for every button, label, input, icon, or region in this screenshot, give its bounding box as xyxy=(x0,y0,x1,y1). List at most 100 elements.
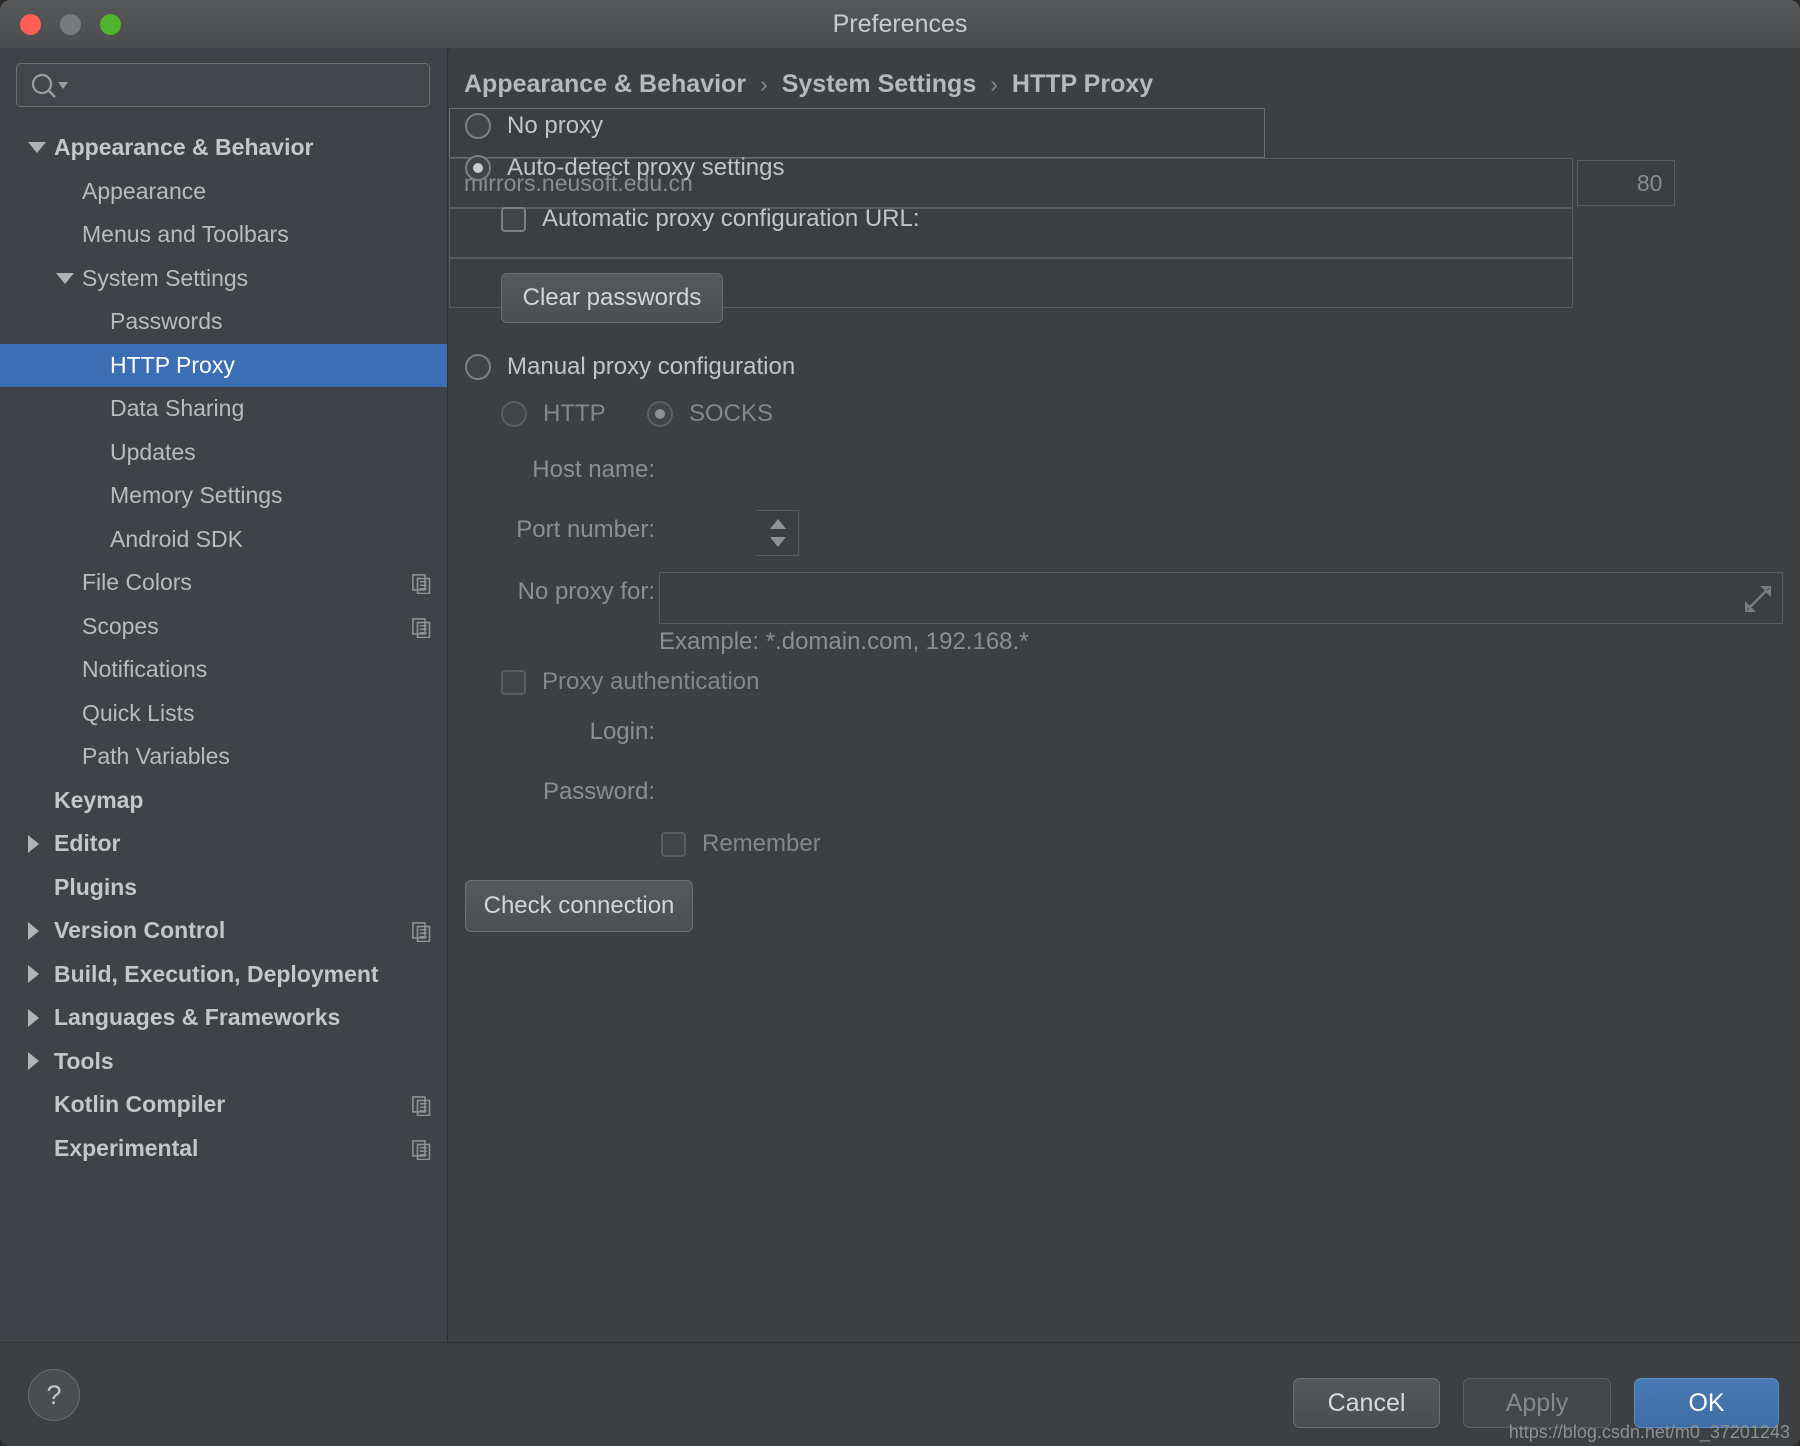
sidebar-item-label: File Colors xyxy=(82,569,192,596)
sidebar-item-android-sdk[interactable]: Android SDK xyxy=(0,518,447,562)
sidebar-item-build-execution-deployment[interactable]: Build, Execution, Deployment xyxy=(0,953,447,997)
protocol-http-radio[interactable] xyxy=(501,401,527,427)
sidebar-item-notifications[interactable]: Notifications xyxy=(0,648,447,692)
ok-button[interactable]: OK xyxy=(1634,1378,1779,1428)
chevron-right-icon[interactable] xyxy=(28,921,39,940)
sidebar-item-kotlin-compiler[interactable]: Kotlin Compiler xyxy=(0,1083,447,1127)
copy-settings-icon[interactable] xyxy=(412,1095,431,1117)
protocol-socks-label: SOCKS xyxy=(689,400,774,427)
sidebar-item-label: Tools xyxy=(54,1047,114,1074)
check-connection-button[interactable]: Check connection xyxy=(465,880,693,932)
stepper-up-icon[interactable] xyxy=(770,519,786,529)
port-number-stepper[interactable] xyxy=(757,510,799,556)
sidebar-item-label: Version Control xyxy=(54,917,226,944)
sidebar-item-version-control[interactable]: Version Control xyxy=(0,909,447,953)
sidebar-item-quick-lists[interactable]: Quick Lists xyxy=(0,692,447,736)
chevron-right-icon: › xyxy=(990,71,998,97)
chevron-down-icon[interactable] xyxy=(56,272,74,284)
sidebar-item-file-colors[interactable]: File Colors xyxy=(0,561,447,605)
sidebar-item-languages-frameworks[interactable]: Languages & Frameworks xyxy=(0,996,447,1040)
sidebar-item-http-proxy[interactable]: HTTP Proxy xyxy=(0,343,447,387)
sidebar-item-label: Editor xyxy=(54,830,121,857)
sidebar-item-label: Appearance xyxy=(82,177,207,204)
protocol-http-label: HTTP xyxy=(543,400,606,427)
copy-settings-icon[interactable] xyxy=(412,573,431,595)
auto-config-url-option[interactable]: Automatic proxy configuration URL: xyxy=(501,205,920,233)
expand-icon[interactable] xyxy=(1745,586,1771,612)
port-number-label: Port number: xyxy=(516,516,655,543)
port-number-input[interactable] xyxy=(1577,160,1676,206)
chevron-down-icon[interactable] xyxy=(28,142,46,154)
no-proxy-option[interactable]: No proxy xyxy=(465,112,603,140)
chevron-right-icon[interactable] xyxy=(28,1008,39,1027)
sidebar-item-label: System Settings xyxy=(82,264,249,291)
sidebar-item-label: Notifications xyxy=(82,656,208,683)
chevron-right-icon[interactable] xyxy=(28,1052,39,1071)
sidebar-item-editor[interactable]: Editor xyxy=(0,822,447,866)
sidebar-item-plugins[interactable]: Plugins xyxy=(0,866,447,910)
settings-tree[interactable]: Appearance & Behavior Appearance Menus and… xyxy=(0,126,447,1342)
no-proxy-for-label: No proxy for: xyxy=(517,578,655,605)
proxy-auth-checkbox[interactable] xyxy=(501,669,526,695)
help-button[interactable]: ? xyxy=(28,1369,80,1421)
auto-config-url-checkbox[interactable] xyxy=(501,206,526,232)
copy-settings-icon[interactable] xyxy=(412,921,431,943)
chevron-right-icon: › xyxy=(760,71,768,97)
proxy-auth-label: Proxy authentication xyxy=(542,668,760,695)
no-proxy-radio[interactable] xyxy=(465,113,491,139)
remember-option[interactable]: Remember xyxy=(661,830,821,858)
preferences-window: Preferences Appearance & Behavior Appeara… xyxy=(0,0,1800,1446)
sidebar-item-updates[interactable]: Updates xyxy=(0,431,447,475)
search-input[interactable] xyxy=(73,64,429,108)
example-hint: Example: *.domain.com, 192.168.* xyxy=(659,628,1029,655)
sidebar-item-appearance-behavior[interactable]: Appearance & Behavior xyxy=(0,126,447,170)
manual-proxy-option[interactable]: Manual proxy configuration xyxy=(465,353,795,381)
proxy-auth-option[interactable]: Proxy authentication xyxy=(501,668,759,696)
sidebar-item-path-variables[interactable]: Path Variables xyxy=(0,735,447,779)
host-name-label: Host name: xyxy=(532,456,655,483)
sidebar-item-memory-settings[interactable]: Memory Settings xyxy=(0,474,447,518)
remember-checkbox[interactable] xyxy=(661,831,686,857)
sidebar-item-label: Plugins xyxy=(54,873,138,900)
sidebar-item-experimental[interactable]: Experimental xyxy=(0,1127,447,1171)
auto-detect-option[interactable]: Auto-detect proxy settings xyxy=(465,154,784,182)
breadcrumb-level-2[interactable]: System Settings xyxy=(782,70,977,99)
sidebar-item-tools[interactable]: Tools xyxy=(0,1040,447,1084)
auto-detect-radio[interactable] xyxy=(465,155,491,181)
remember-label: Remember xyxy=(702,830,821,857)
sidebar-item-keymap[interactable]: Keymap xyxy=(0,779,447,823)
title-bar: Preferences xyxy=(0,0,1800,49)
sidebar-item-label: Appearance & Behavior xyxy=(54,134,314,161)
sidebar-item-data-sharing[interactable]: Data Sharing xyxy=(0,387,447,431)
clear-passwords-button[interactable]: Clear passwords xyxy=(501,273,723,323)
sidebar-item-scopes[interactable]: Scopes xyxy=(0,605,447,649)
sidebar-item-appearance[interactable]: Appearance xyxy=(0,170,447,214)
sidebar-item-passwords[interactable]: Passwords xyxy=(0,300,447,344)
auto-detect-label: Auto-detect proxy settings xyxy=(507,154,785,181)
sidebar-item-label: Path Variables xyxy=(82,743,230,770)
sidebar-item-label: Quick Lists xyxy=(82,699,195,726)
breadcrumb-level-3: HTTP Proxy xyxy=(1011,70,1154,98)
copy-settings-icon[interactable] xyxy=(412,1139,431,1160)
protocol-http-option[interactable]: HTTP xyxy=(501,400,606,428)
manual-proxy-radio[interactable] xyxy=(465,354,491,380)
stepper-down-icon[interactable] xyxy=(770,537,786,547)
cancel-button[interactable]: Cancel xyxy=(1293,1378,1440,1428)
no-proxy-for-input[interactable] xyxy=(659,572,1783,624)
main-pane: Appearance & Behavior › System Settings … xyxy=(449,48,1800,1342)
chevron-right-icon[interactable] xyxy=(28,965,39,984)
apply-button: Apply xyxy=(1463,1378,1611,1428)
search-box[interactable] xyxy=(16,63,430,108)
sidebar-item-menus-and-toolbars[interactable]: Menus and Toolbars xyxy=(0,213,447,257)
sidebar-item-system-settings[interactable]: System Settings xyxy=(0,257,447,301)
breadcrumb-level-1[interactable]: Appearance & Behavior xyxy=(464,70,746,99)
protocol-socks-radio[interactable] xyxy=(647,401,673,427)
window-title: Preferences xyxy=(832,10,968,38)
chevron-right-icon[interactable] xyxy=(28,834,39,853)
sidebar-item-label: Menus and Toolbars xyxy=(82,221,289,248)
manual-proxy-label: Manual proxy configuration xyxy=(507,353,796,380)
copy-settings-icon[interactable] xyxy=(412,617,431,638)
protocol-socks-option[interactable]: SOCKS xyxy=(647,400,773,428)
auto-config-url-label: Automatic proxy configuration URL: xyxy=(542,205,920,232)
password-label: Password: xyxy=(542,778,655,805)
